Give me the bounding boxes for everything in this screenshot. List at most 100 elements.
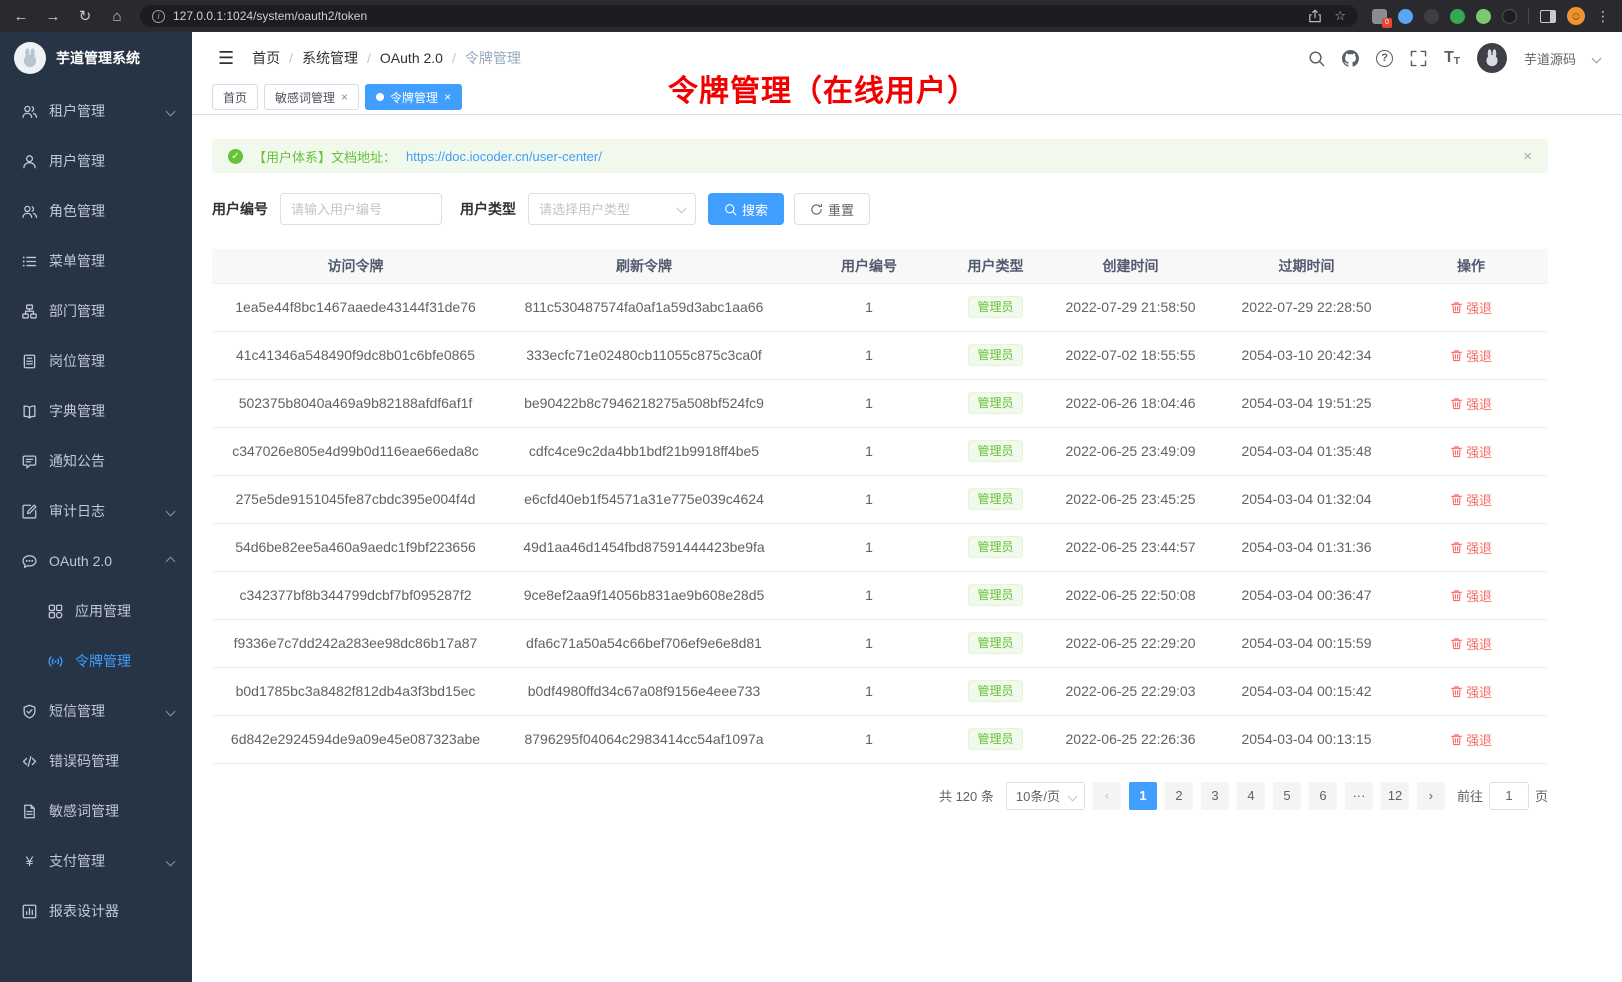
sidebar-item-audit-log[interactable]: 审计日志 <box>0 486 192 536</box>
pagination-prev-button[interactable]: ‹ <box>1093 782 1121 810</box>
page-info-icon[interactable]: i <box>152 10 165 23</box>
cell-refresh-token: cdfc4ce9c2da4bb1bdf21b9918ff4be5 <box>499 427 789 475</box>
pagination-page-3[interactable]: 3 <box>1201 782 1229 810</box>
user-type-select[interactable] <box>528 193 696 225</box>
close-icon[interactable]: × <box>444 90 451 104</box>
sidebar-item-oauth2-app[interactable]: 应用管理 <box>0 586 192 636</box>
browser-reload-button[interactable]: ↻ <box>76 7 94 25</box>
force-logout-button[interactable]: 强退 <box>1450 298 1492 317</box>
sidebar-item-tenant[interactable]: 租户管理 <box>0 86 192 136</box>
sidebar-item-sensitive-word[interactable]: 敏感词管理 <box>0 786 192 836</box>
sidebar-item-oauth2[interactable]: OAuth 2.0 <box>0 536 192 586</box>
trash-icon <box>1450 637 1463 650</box>
search-button[interactable]: 搜索 <box>708 193 784 225</box>
alert-close-icon[interactable]: × <box>1523 148 1532 165</box>
pagination-page-5[interactable]: 5 <box>1273 782 1301 810</box>
cell-expires: 2054-03-04 00:36:47 <box>1219 571 1394 619</box>
sidebar-item-error-code[interactable]: 错误码管理 <box>0 736 192 786</box>
bookmark-star-icon[interactable]: ☆ <box>1334 8 1346 24</box>
extension-icon-1[interactable]: 0 <box>1372 9 1387 24</box>
sidebar-item-user[interactable]: 用户管理 <box>0 136 192 186</box>
extension-icon-2[interactable] <box>1398 9 1413 24</box>
force-logout-button[interactable]: 强退 <box>1450 394 1492 413</box>
chevron-down-icon <box>166 106 176 116</box>
tab-label: 首页 <box>223 89 247 106</box>
cell-user-id: 1 <box>789 475 949 523</box>
page-size-select[interactable]: 10条/页 <box>1006 782 1085 810</box>
sidebar-item-role[interactable]: 角色管理 <box>0 186 192 236</box>
user-type-badge: 管理员 <box>968 728 1022 750</box>
pagination-page-2[interactable]: 2 <box>1165 782 1193 810</box>
user-avatar[interactable] <box>1477 43 1507 73</box>
user-type-select-input[interactable] <box>528 193 696 225</box>
sidebar-item-dept[interactable]: 部门管理 <box>0 286 192 336</box>
sidebar-item-notice[interactable]: 通知公告 <box>0 436 192 486</box>
doc-link[interactable]: https://doc.iocoder.cn/user-center/ <box>406 149 602 164</box>
force-logout-button[interactable]: 强退 <box>1450 586 1492 605</box>
sidebar-item-menu[interactable]: 菜单管理 <box>0 236 192 286</box>
role-icon <box>22 204 37 219</box>
user-type-badge: 管理员 <box>968 536 1022 558</box>
force-logout-button[interactable]: 强退 <box>1450 442 1492 461</box>
breadcrumb-current: 令牌管理 <box>465 48 521 68</box>
pagination-page-4[interactable]: 4 <box>1237 782 1265 810</box>
side-panel-icon[interactable] <box>1540 10 1556 23</box>
cell-access-token: f9336e7c7dd242a283ee98dc86b17a87 <box>212 619 499 667</box>
browser-back-button[interactable]: ← <box>12 8 30 25</box>
user-id-label: 用户编号 <box>212 199 268 219</box>
pagination-next-button[interactable]: › <box>1417 782 1445 810</box>
fullscreen-icon[interactable] <box>1410 50 1427 67</box>
sidebar-item-label: 角色管理 <box>49 201 105 221</box>
tab-token[interactable]: 令牌管理 × <box>365 84 462 110</box>
breadcrumb-system[interactable]: 系统管理 <box>302 48 371 68</box>
browser-menu-icon[interactable]: ⋮ <box>1596 8 1610 25</box>
sidebar-item-oauth2-token[interactable]: 令牌管理 <box>0 636 192 686</box>
force-logout-button[interactable]: 强退 <box>1450 730 1492 749</box>
force-logout-button[interactable]: 强退 <box>1450 346 1492 365</box>
close-icon[interactable]: × <box>341 90 348 104</box>
edit-icon <box>22 504 37 519</box>
app-logo[interactable]: 芋道管理系统 <box>0 32 192 84</box>
url-bar[interactable]: i 127.0.0.1:1024/system/oauth2/token ☆ <box>140 5 1358 27</box>
force-logout-button[interactable]: 强退 <box>1450 490 1492 509</box>
sidebar-item-post[interactable]: 岗位管理 <box>0 336 192 386</box>
goto-page-input[interactable] <box>1489 782 1529 810</box>
extension-icon-4[interactable] <box>1450 9 1465 24</box>
cell-refresh-token: 9ce8ef2aa9f14056b831ae9b608e28d5 <box>499 571 789 619</box>
force-logout-button[interactable]: 强退 <box>1450 682 1492 701</box>
reset-button[interactable]: 重置 <box>794 193 870 225</box>
sidebar-item-pay[interactable]: ¥ 支付管理 <box>0 836 192 886</box>
breadcrumb-oauth2[interactable]: OAuth 2.0 <box>380 50 456 66</box>
pagination-more-button[interactable]: ··· <box>1345 782 1373 810</box>
user-id-input[interactable] <box>280 193 442 225</box>
font-size-icon[interactable]: TT <box>1444 49 1460 67</box>
cell-action: 强退 <box>1394 715 1548 763</box>
breadcrumb-home[interactable]: 首页 <box>252 48 293 68</box>
force-logout-button[interactable]: 强退 <box>1450 634 1492 653</box>
search-icon[interactable] <box>1308 50 1325 67</box>
browser-profile-avatar[interactable]: ☺ <box>1567 7 1585 25</box>
chevron-down-icon[interactable] <box>1592 53 1602 63</box>
cell-user-type: 管理员 <box>949 283 1042 331</box>
user-name[interactable]: 芋道源码 <box>1524 49 1576 68</box>
sidebar-item-report-designer[interactable]: 报表设计器 <box>0 886 192 936</box>
browser-forward-button[interactable]: → <box>44 8 62 25</box>
help-icon[interactable]: ? <box>1376 50 1393 67</box>
pagination-page-12[interactable]: 12 <box>1381 782 1409 810</box>
force-logout-button[interactable]: 强退 <box>1450 538 1492 557</box>
github-icon[interactable] <box>1342 50 1359 67</box>
sidebar-item-sms[interactable]: 短信管理 <box>0 686 192 736</box>
pagination-page-6[interactable]: 6 <box>1309 782 1337 810</box>
sidebar-collapse-icon[interactable]: ☰ <box>218 48 234 69</box>
sidebar-item-dict[interactable]: 字典管理 <box>0 386 192 436</box>
tab-sensitive-word[interactable]: 敏感词管理 × <box>264 84 359 110</box>
refresh-icon <box>810 203 823 216</box>
cell-user-id: 1 <box>789 283 949 331</box>
extension-icon-5[interactable] <box>1502 9 1517 24</box>
extension-puzzle-icon[interactable] <box>1476 9 1491 24</box>
extension-icon-3[interactable] <box>1424 9 1439 24</box>
browser-home-button[interactable]: ⌂ <box>108 8 126 25</box>
pagination-page-1[interactable]: 1 <box>1129 782 1157 810</box>
tab-home[interactable]: 首页 <box>212 84 258 110</box>
share-icon[interactable] <box>1308 9 1322 23</box>
